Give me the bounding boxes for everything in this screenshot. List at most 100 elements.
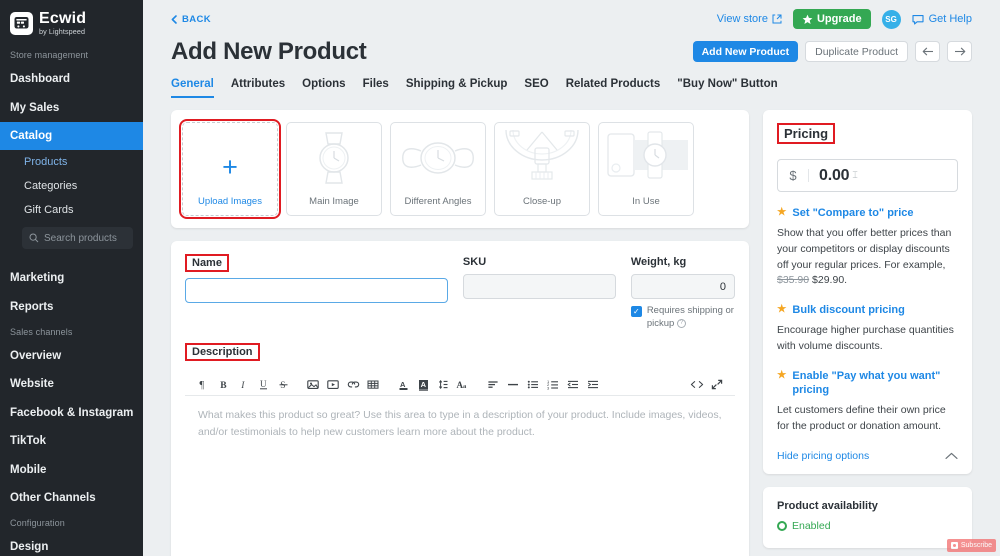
- description-placeholder[interactable]: What makes this product so great? Use th…: [185, 396, 735, 556]
- avatar[interactable]: SG: [881, 9, 901, 29]
- link-icon[interactable]: [343, 375, 363, 395]
- underline-icon[interactable]: U: [253, 375, 273, 395]
- text-color-icon[interactable]: A: [393, 375, 413, 395]
- tab-attributes[interactable]: Attributes: [231, 78, 285, 98]
- name-field-group: Name: [185, 254, 448, 331]
- tab-options[interactable]: Options: [302, 78, 345, 98]
- tab-related-products[interactable]: Related Products: [566, 78, 661, 98]
- close-up-tile[interactable]: Close-up: [494, 122, 590, 217]
- upload-images-tile[interactable]: + Upload Images: [179, 119, 281, 220]
- description-label-wrap: Description: [185, 343, 735, 367]
- add-new-product-button[interactable]: Add New Product: [692, 41, 799, 63]
- weight-input[interactable]: [630, 274, 735, 300]
- fields-row: Name SKU Weight, kg ✓ Requir: [185, 254, 735, 331]
- numbered-list-icon[interactable]: 123: [543, 375, 563, 395]
- tab-shipping-pickup[interactable]: Shipping & Pickup: [406, 78, 508, 98]
- help-tooltip-icon[interactable]: ?: [676, 319, 686, 329]
- outdent-icon[interactable]: [563, 375, 583, 395]
- next-product-arrow-icon[interactable]: [947, 41, 972, 63]
- bold-icon[interactable]: B: [213, 375, 233, 395]
- upgrade-button[interactable]: Upgrade: [792, 9, 871, 29]
- table-icon[interactable]: [363, 375, 383, 395]
- highlight-color-icon[interactable]: A: [413, 375, 433, 395]
- sidebar-item-gift-cards[interactable]: Gift Cards: [0, 198, 143, 222]
- tab-buy-now-button[interactable]: "Buy Now" Button: [677, 78, 777, 98]
- requires-shipping-checkbox[interactable]: ✓: [630, 306, 642, 318]
- sidebar-item-website[interactable]: Website: [0, 370, 143, 398]
- sidebar-item-catalog[interactable]: Catalog: [0, 121, 143, 151]
- svg-text:A: A: [400, 380, 406, 389]
- bullet-list-icon[interactable]: [523, 375, 543, 395]
- chevron-up-icon[interactable]: [945, 452, 958, 460]
- sidebar-item-reports[interactable]: Reports: [0, 293, 143, 321]
- sidebar-item-overview[interactable]: Overview: [0, 342, 143, 370]
- watch-front-icon: [287, 127, 381, 189]
- video-icon[interactable]: [323, 375, 343, 395]
- sidebar-item-tiktok[interactable]: TikTok: [0, 427, 143, 455]
- bulk-discount-link[interactable]: ★ Bulk discount pricing: [777, 303, 958, 318]
- fullscreen-icon[interactable]: [707, 375, 727, 395]
- star-icon: ★: [777, 303, 787, 316]
- sku-input[interactable]: [462, 274, 616, 300]
- duplicate-product-button[interactable]: Duplicate Product: [805, 41, 908, 63]
- price-input[interactable]: $ 0.00 ⌶: [777, 159, 958, 193]
- sidebar-item-mobile[interactable]: Mobile: [0, 456, 143, 484]
- sidebar-item-dashboard[interactable]: Dashboard: [0, 65, 143, 93]
- svg-text:a: a: [463, 383, 467, 390]
- status-badge: Enabled: [792, 519, 831, 532]
- search-input[interactable]: Search products: [22, 227, 133, 250]
- different-angles-tile[interactable]: Different Angles: [390, 122, 486, 217]
- indent-icon[interactable]: [583, 375, 603, 395]
- font-size-icon[interactable]: Aa: [453, 375, 473, 395]
- requires-shipping-row[interactable]: ✓ Requires shipping or pickup ?: [630, 305, 735, 331]
- product-availability-title: Product availability: [777, 499, 878, 512]
- line-height-icon[interactable]: [433, 375, 453, 395]
- compare-to-price-link[interactable]: ★ Set "Compare to" price: [777, 206, 958, 221]
- sidebar-item-marketing[interactable]: Marketing: [0, 264, 143, 292]
- svg-text:3: 3: [547, 385, 550, 390]
- sidebar-item-other-channels[interactable]: Other Channels: [0, 484, 143, 512]
- subscribe-icon: [950, 542, 958, 549]
- subscribe-label: Subscribe: [960, 542, 992, 549]
- italic-icon[interactable]: I: [233, 375, 253, 395]
- strikethrough-icon[interactable]: S: [273, 375, 293, 395]
- sidebar-item-design[interactable]: Design: [0, 533, 143, 556]
- image-icon[interactable]: [303, 375, 323, 395]
- tab-general[interactable]: General: [171, 78, 214, 99]
- sku-label: SKU: [462, 256, 487, 269]
- tab-seo[interactable]: SEO: [524, 78, 548, 98]
- hide-pricing-options-link[interactable]: Hide pricing options: [777, 450, 869, 462]
- bulk-discount-description: Encourage higher purchase quantities wit…: [777, 324, 954, 352]
- back-button[interactable]: BACK: [171, 14, 211, 25]
- pay-what-you-want-description: Let customers define their own price for…: [777, 404, 946, 433]
- sidebar-item-categories[interactable]: Categories: [0, 174, 143, 198]
- subscribe-overlay-badge[interactable]: Subscribe: [946, 539, 996, 552]
- brand-tagline: by Lightspeed: [39, 27, 86, 36]
- main-image-tile[interactable]: Main Image: [286, 122, 382, 217]
- in-use-tile[interactable]: In Use: [598, 122, 694, 217]
- price-caret-icon: ⌶: [852, 170, 858, 181]
- pay-what-you-want-option: ★ Enable "Pay what you want" pricing Let…: [777, 369, 958, 435]
- back-label: BACK: [182, 13, 212, 25]
- source-code-icon[interactable]: [687, 375, 707, 395]
- tab-files[interactable]: Files: [363, 78, 389, 98]
- brand-logo[interactable]: Ecwid by Lightspeed: [0, 0, 143, 44]
- view-store-link[interactable]: View store: [717, 13, 782, 25]
- currency-symbol: $: [778, 169, 809, 183]
- previous-product-arrow-icon[interactable]: [915, 41, 940, 63]
- svg-text:¶: ¶: [199, 380, 204, 390]
- align-icon[interactable]: [483, 375, 503, 395]
- pay-what-you-want-link[interactable]: ★ Enable "Pay what you want" pricing: [777, 369, 958, 399]
- sidebar-item-my-sales[interactable]: My Sales: [0, 94, 143, 122]
- sidebar-item-products[interactable]: Products: [0, 150, 143, 174]
- availability-status-row[interactable]: Enabled: [777, 520, 958, 532]
- horizontal-rule-icon[interactable]: [503, 375, 523, 395]
- name-input[interactable]: [185, 278, 448, 304]
- pay-what-you-want-label: Enable "Pay what you want" pricing: [792, 369, 941, 397]
- chevron-left-icon: [171, 14, 177, 24]
- editor-toolbar: ¶ B I U S A A A a 1 2 3: [185, 374, 735, 397]
- sidebar-item-facebook-instagram[interactable]: Facebook & Instagram: [0, 399, 143, 427]
- get-help-link[interactable]: Get Help: [912, 13, 972, 25]
- svg-text:S: S: [280, 381, 285, 390]
- paragraph-icon[interactable]: ¶: [193, 375, 213, 395]
